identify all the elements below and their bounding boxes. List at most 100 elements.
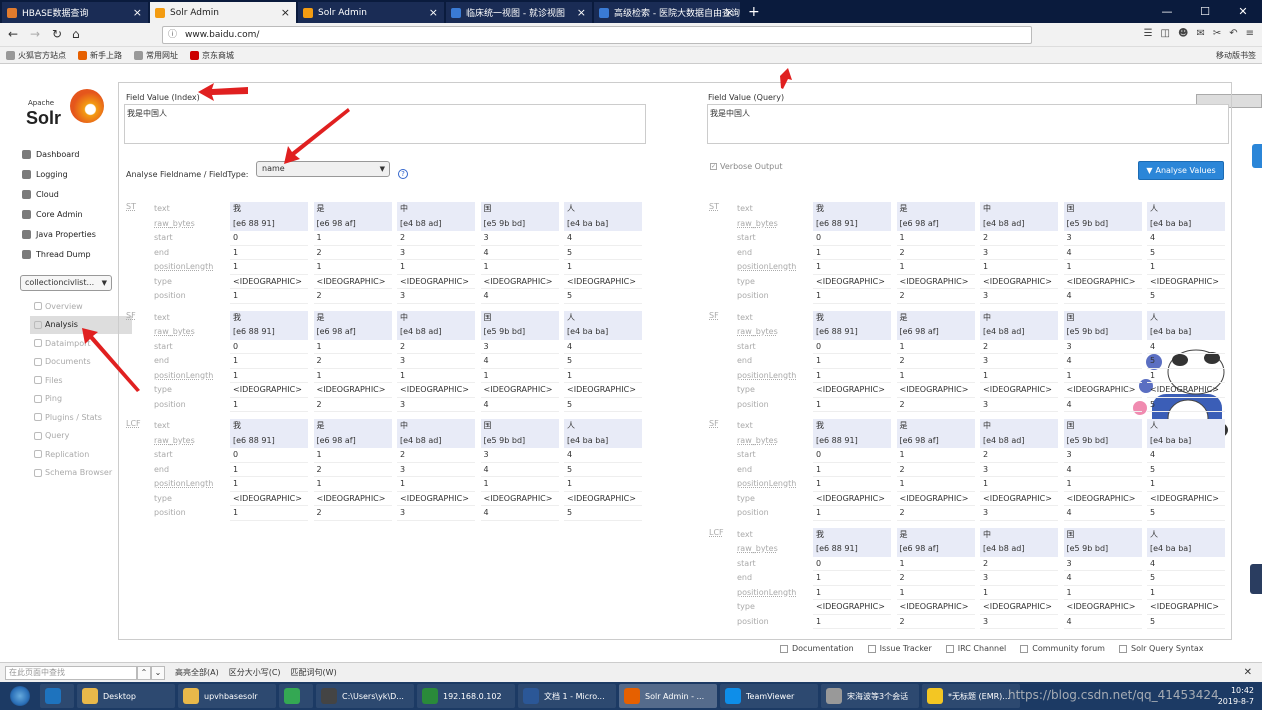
core-menu-item-replication[interactable]: Replication xyxy=(30,445,132,464)
core-menu-item-analysis[interactable]: Analysis xyxy=(30,315,132,334)
system-clock[interactable]: 10:42 2019-8-7 xyxy=(1218,685,1254,707)
tab-title: HBASE数据查询 xyxy=(22,9,89,19)
menu-item-thread-dump[interactable]: Thread Dump xyxy=(22,244,96,264)
taskbar-item[interactable]: Desktop xyxy=(77,684,175,708)
browser-tab[interactable]: Solr Admin × xyxy=(298,2,444,23)
close-icon[interactable]: ✕ xyxy=(1244,667,1252,678)
home-icon[interactable]: ⌂ xyxy=(72,27,80,41)
menu-item-java-properties[interactable]: Java Properties xyxy=(22,224,96,244)
token-text: 我 xyxy=(813,310,891,325)
token-positionLength: 1 xyxy=(564,260,642,275)
token-start: 3 xyxy=(480,448,559,463)
screenshot-icon[interactable]: ✂ xyxy=(1213,28,1221,39)
close-icon[interactable]: × xyxy=(577,6,586,19)
analyse-values-button[interactable]: ▼ Analyse Values xyxy=(1138,161,1224,180)
verbose-checkbox[interactable]: ✓ xyxy=(710,163,717,170)
footer-link[interactable]: Community forum xyxy=(1020,644,1105,653)
reload-icon[interactable]: ↻ xyxy=(52,27,62,41)
library-icon[interactable]: ☰ xyxy=(1144,28,1153,39)
index-value-input[interactable]: 我是中国人 xyxy=(124,104,646,144)
bookmark-item[interactable]: 京东商城 xyxy=(190,50,234,61)
close-icon[interactable]: × xyxy=(133,6,142,19)
taskbar-item[interactable] xyxy=(279,684,313,708)
bookmark-item[interactable]: 火狐官方站点 xyxy=(6,50,66,61)
browser-tab[interactable]: 临床统一视图 - 就诊视图 × xyxy=(446,2,592,23)
close-icon[interactable]: × xyxy=(281,6,290,19)
core-menu-item-dataimport[interactable]: Dataimport xyxy=(30,334,132,353)
footer-link[interactable]: Solr Query Syntax xyxy=(1118,644,1204,653)
row-label: text xyxy=(737,421,753,430)
stage-name[interactable]: SF xyxy=(709,311,719,320)
menu-item-logging[interactable]: Logging xyxy=(22,164,96,184)
taskbar-item[interactable]: TeamViewer xyxy=(720,684,818,708)
taskbar-item[interactable]: Solr Admin - ... xyxy=(619,684,717,708)
find-prev-icon[interactable]: ⌃ xyxy=(137,665,151,680)
back-icon[interactable]: ← xyxy=(8,27,18,41)
site-info-icon[interactable]: ⓘ xyxy=(168,27,177,43)
taskbar-item[interactable]: 文档 1 - Micro... xyxy=(518,684,616,708)
whole-words-toggle[interactable]: 匹配词句(W) xyxy=(291,667,337,678)
taskbar-item[interactable] xyxy=(40,684,74,708)
core-menu-item-ping[interactable]: Ping xyxy=(30,390,132,409)
core-menu-item-plugins-stats[interactable]: Plugins / Stats xyxy=(30,408,132,427)
browser-tab[interactable]: HBASE数据查询 × xyxy=(2,2,148,23)
stage-name[interactable]: SF xyxy=(709,419,719,428)
match-case-toggle[interactable]: 区分大小写(C) xyxy=(229,667,281,678)
menu-icon[interactable]: ≡ xyxy=(1246,28,1254,39)
core-menu-item-overview[interactable]: Overview xyxy=(30,297,132,316)
taskbar-item[interactable]: upvhbasesolr xyxy=(178,684,276,708)
token-raw_bytes: [e4 b8 ad] xyxy=(397,325,475,340)
taskbar-item[interactable]: 192.168.0.102 xyxy=(417,684,515,708)
footer-link[interactable]: Issue Tracker xyxy=(867,644,932,653)
forward-icon[interactable]: → xyxy=(30,27,40,41)
url-bar[interactable]: ⓘ www.baidu.com/ xyxy=(162,26,1032,44)
find-next-icon[interactable]: ⌄ xyxy=(151,665,165,680)
core-menu-item-documents[interactable]: Documents xyxy=(30,353,132,372)
sidebar-icon[interactable]: ◫ xyxy=(1161,28,1170,39)
core-menu-item-files[interactable]: Files xyxy=(30,371,132,390)
mobile-bookmarks[interactable]: 移动版书签 xyxy=(1216,50,1256,61)
stage-name[interactable]: SF xyxy=(126,311,136,320)
find-input[interactable]: 在此页面中查找 xyxy=(5,665,137,680)
account-icon[interactable]: ☻ xyxy=(1178,28,1188,39)
stage-name[interactable]: ST xyxy=(709,202,719,211)
new-tab-button[interactable]: + xyxy=(748,2,760,23)
undo-icon[interactable]: ↶ xyxy=(1229,28,1237,39)
token-start: 4 xyxy=(1147,557,1225,571)
side-tab[interactable] xyxy=(1252,144,1262,168)
menu-item-dashboard[interactable]: Dashboard xyxy=(22,144,96,164)
bookmark-item[interactable]: 新手上路 xyxy=(78,50,122,61)
help-icon[interactable]: ? xyxy=(398,169,408,179)
core-selector[interactable]: collectioncivlist... ▼ xyxy=(20,275,112,291)
fieldtype-select[interactable]: name ▼ xyxy=(256,161,390,177)
token-raw_bytes: [e4 ba ba] xyxy=(1147,542,1225,557)
start-button[interactable] xyxy=(0,682,40,710)
footer-link[interactable]: Documentation xyxy=(780,644,854,653)
close-icon[interactable]: × xyxy=(725,6,734,19)
verbose-output-toggle[interactable]: ✓ Verbose Output xyxy=(710,162,782,171)
core-menu-item-schema-browser[interactable]: Schema Browser xyxy=(30,464,132,483)
close-window-icon[interactable]: ✕ xyxy=(1224,0,1262,23)
taskbar-item[interactable]: C:\Users\yk\D... xyxy=(316,684,414,708)
close-icon[interactable]: × xyxy=(429,6,438,19)
token-start: 4 xyxy=(1147,231,1225,246)
stage-name[interactable]: ST xyxy=(126,202,136,211)
solr-logo[interactable]: Apache Solr xyxy=(26,89,116,134)
side-tab-2[interactable] xyxy=(1250,564,1262,594)
core-menu-item-query[interactable]: Query xyxy=(30,427,132,446)
query-value-input[interactable]: 我是中国人 xyxy=(707,104,1229,144)
taskbar-item[interactable]: *无标题 (EMR)... xyxy=(922,684,1020,708)
bookmark-item[interactable]: 常用网址 xyxy=(134,50,178,61)
maximize-icon[interactable]: ☐ xyxy=(1186,0,1224,23)
minimize-icon[interactable]: — xyxy=(1148,0,1186,23)
taskbar-item[interactable]: 宋海波等3个会话 xyxy=(821,684,919,708)
stage-name[interactable]: LCF xyxy=(709,528,724,537)
browser-tab[interactable]: Solr Admin × xyxy=(150,2,296,23)
chat-icon[interactable]: ✉ xyxy=(1196,28,1204,39)
menu-item-core-admin[interactable]: Core Admin xyxy=(22,204,96,224)
highlight-all-toggle[interactable]: 高亮全部(A) xyxy=(175,667,219,678)
browser-tab[interactable]: 高级检索 - 医院大数据自由查询 × xyxy=(594,2,740,23)
stage-name[interactable]: LCF xyxy=(126,419,141,428)
footer-link[interactable]: IRC Channel xyxy=(945,644,1006,653)
menu-item-cloud[interactable]: Cloud xyxy=(22,184,96,204)
